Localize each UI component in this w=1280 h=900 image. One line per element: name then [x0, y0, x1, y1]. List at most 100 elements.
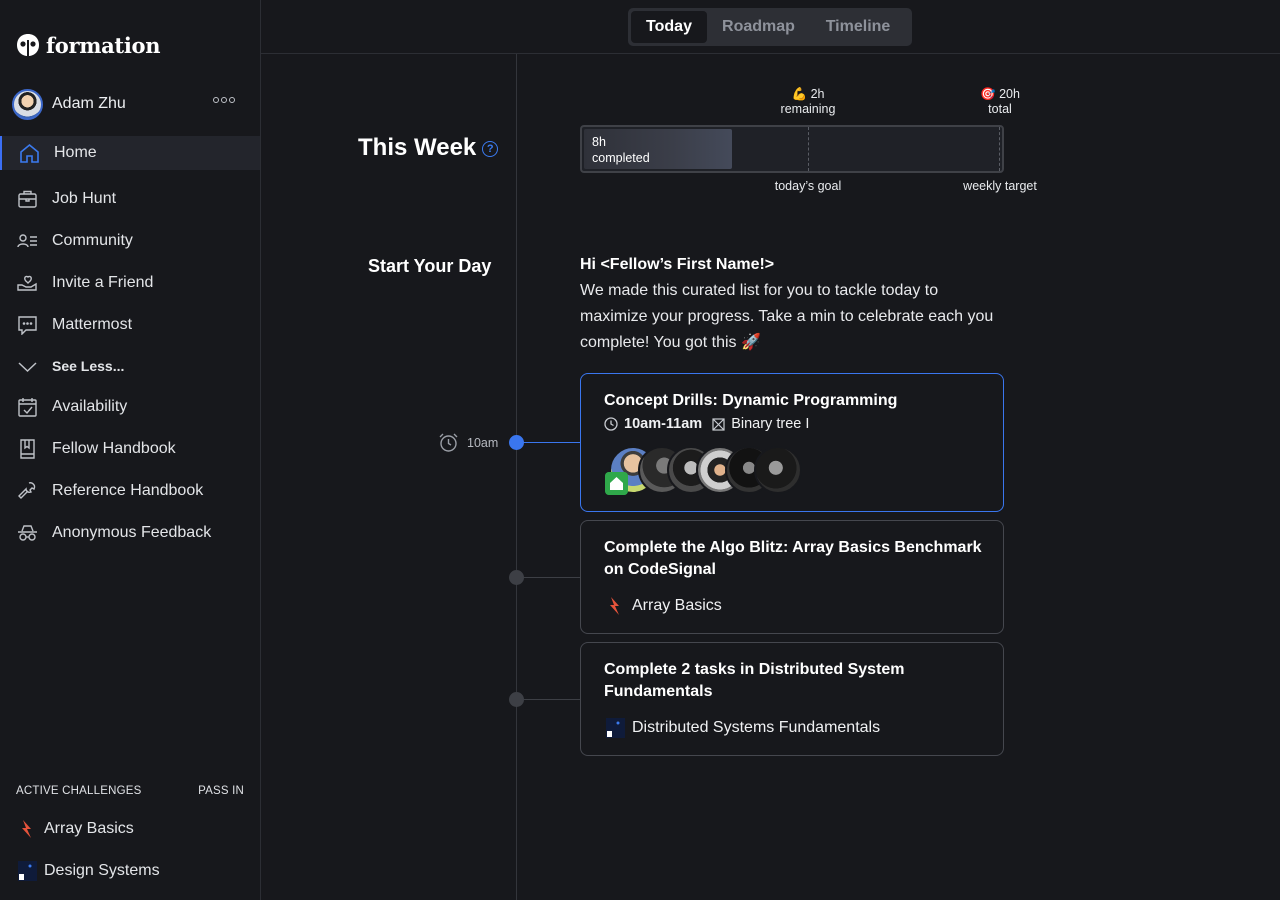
- weekly-target-line: [999, 127, 1000, 171]
- sidebar-item-label: Job Hunt: [52, 190, 117, 207]
- tab-today[interactable]: Today: [631, 11, 707, 43]
- sidebar-item-fellow-handbook[interactable]: Fellow Handbook: [0, 432, 260, 466]
- sidebar-item-reference-handbook[interactable]: Reference Handbook: [0, 474, 260, 508]
- connector: [517, 577, 580, 578]
- this-week-title-text: This Week: [358, 134, 477, 161]
- remaining-hours: 2h: [810, 87, 825, 101]
- book-icon: [20, 439, 35, 459]
- challenge-design-systems[interactable]: Design Systems: [16, 860, 160, 882]
- sidebar-item-invite[interactable]: Invite a Friend: [0, 266, 260, 300]
- briefcase-icon: [18, 190, 37, 208]
- sidebar-item-label: Invite a Friend: [52, 274, 154, 291]
- sidebar-item-job-hunt[interactable]: Job Hunt: [0, 182, 260, 216]
- sidebar-item-label: Community: [52, 232, 133, 249]
- time-marker: 10am: [438, 432, 498, 453]
- challenge-label: Array Basics: [44, 820, 134, 837]
- top-bar: Today Roadmap Timeline: [261, 0, 1280, 54]
- greeting-heading: Hi <Fellow’s First Name!>: [580, 256, 775, 273]
- sidebar-item-mattermost[interactable]: Mattermost: [0, 308, 260, 342]
- weekly-target-label: weekly target: [963, 179, 1037, 193]
- sidebar: formation Adam Zhu Home Job Hunt Communi…: [0, 0, 261, 900]
- view-tabs: Today Roadmap Timeline: [628, 8, 912, 46]
- user-name: Adam Zhu: [52, 95, 126, 112]
- sidebar-item-community[interactable]: Community: [0, 224, 260, 258]
- greeting-body: We made this curated list for you to tac…: [580, 282, 994, 351]
- chat-bubble-icon: [18, 316, 37, 335]
- connector: [517, 699, 580, 700]
- clock-icon: [604, 417, 618, 431]
- sidebar-item-label: Mattermost: [52, 316, 133, 333]
- total-label: total: [988, 102, 1012, 116]
- house-badge-icon: [605, 472, 628, 495]
- challenge-array-basics[interactable]: Array Basics: [16, 818, 134, 840]
- formation-logo-icon: [17, 34, 39, 57]
- total-emoji: 🎯: [980, 87, 996, 101]
- avatar: [12, 88, 43, 120]
- more-options-icon[interactable]: [213, 97, 235, 103]
- timeline-axis: [516, 54, 517, 900]
- greeting-message: Hi <Fellow’s First Name!> We made this c…: [580, 252, 1010, 356]
- chevron-down-icon: [18, 362, 37, 373]
- sidebar-item-label: See Less...: [52, 358, 125, 374]
- sidebar-item-see-less[interactable]: See Less...: [0, 349, 260, 383]
- tab-roadmap[interactable]: Roadmap: [707, 11, 810, 43]
- wrench-icon: [18, 482, 36, 499]
- this-week-title: This Week?: [358, 134, 499, 162]
- connector-active: [517, 442, 580, 443]
- task-card-distributed-systems[interactable]: Complete 2 tasks in Distributed System F…: [580, 642, 1004, 756]
- tab-timeline[interactable]: Timeline: [810, 11, 906, 43]
- timeline-dot-active: [509, 435, 524, 450]
- remaining-marker: 💪 2h remaining: [778, 87, 838, 117]
- task-card-concept-drills[interactable]: Concept Drills: Dynamic Programming 10am…: [580, 373, 1004, 512]
- todays-goal-line: [808, 127, 809, 171]
- task-topic: Binary tree I: [731, 416, 810, 432]
- sidebar-item-home[interactable]: Home: [0, 136, 260, 170]
- avatar[interactable]: [754, 446, 802, 494]
- task-title: Concept Drills: Dynamic Programming: [604, 392, 898, 409]
- sidebar-item-label: Home: [54, 144, 97, 161]
- task-meta: 10am-11am Binary tree I: [604, 416, 809, 432]
- logo-text: formation: [46, 32, 161, 58]
- start-your-day-title: Start Your Day: [368, 256, 492, 276]
- lightning-icon: [610, 597, 619, 615]
- weekly-progress-bar: 8h completed: [580, 125, 1004, 173]
- sidebar-item-label: Fellow Handbook: [52, 440, 176, 457]
- time-label: 10am: [467, 435, 499, 450]
- remaining-emoji: 💪: [791, 87, 808, 101]
- pass-in-label[interactable]: PASS IN: [198, 785, 244, 797]
- timeline-dot: [509, 570, 524, 585]
- task-tag: Array Basics: [604, 595, 722, 617]
- total-marker: 🎯 20h total: [970, 87, 1030, 117]
- remaining-label: remaining: [780, 102, 836, 116]
- completed-text: 8h completed: [592, 134, 650, 166]
- task-card-algo-blitz[interactable]: Complete the Algo Blitz: Array Basics Be…: [580, 520, 1004, 634]
- distributed-systems-icon: [606, 718, 625, 738]
- people-list-icon: [17, 234, 37, 248]
- timeline-dot: [509, 692, 524, 707]
- active-challenges-label: ACTIVE CHALLENGES: [16, 785, 142, 797]
- sidebar-item-label: Anonymous Feedback: [52, 524, 212, 541]
- help-icon[interactable]: ?: [482, 141, 499, 157]
- todays-goal-label: today’s goal: [774, 179, 842, 193]
- sidebar-item-label: Availability: [52, 398, 128, 415]
- task-title: Complete 2 tasks in Distributed System F…: [604, 661, 905, 700]
- lightning-icon: [22, 820, 31, 838]
- sidebar-item-anonymous-feedback[interactable]: Anonymous Feedback: [0, 516, 260, 550]
- formation-logo[interactable]: formation: [16, 31, 160, 59]
- task-tag: Distributed Systems Fundamentals: [604, 717, 880, 739]
- incognito-icon: [18, 525, 37, 541]
- sidebar-item-label: Reference Handbook: [52, 482, 204, 499]
- task-tag-label: Array Basics: [632, 597, 722, 614]
- user-profile[interactable]: Adam Zhu: [12, 88, 248, 120]
- design-systems-icon: [18, 861, 37, 881]
- task-tag-label: Distributed Systems Fundamentals: [632, 719, 881, 736]
- alarm-clock-icon: [439, 433, 458, 452]
- active-challenges-header: ACTIVE CHALLENGES PASS IN: [16, 785, 244, 797]
- challenge-label: Design Systems: [44, 862, 160, 879]
- total-hours: 20h: [999, 87, 1020, 101]
- sidebar-item-availability[interactable]: Availability: [0, 390, 260, 424]
- completed-label: completed: [592, 151, 650, 165]
- participant-avatars: [609, 446, 802, 494]
- home-icon: [20, 143, 39, 163]
- calendar-check-icon: [18, 398, 37, 417]
